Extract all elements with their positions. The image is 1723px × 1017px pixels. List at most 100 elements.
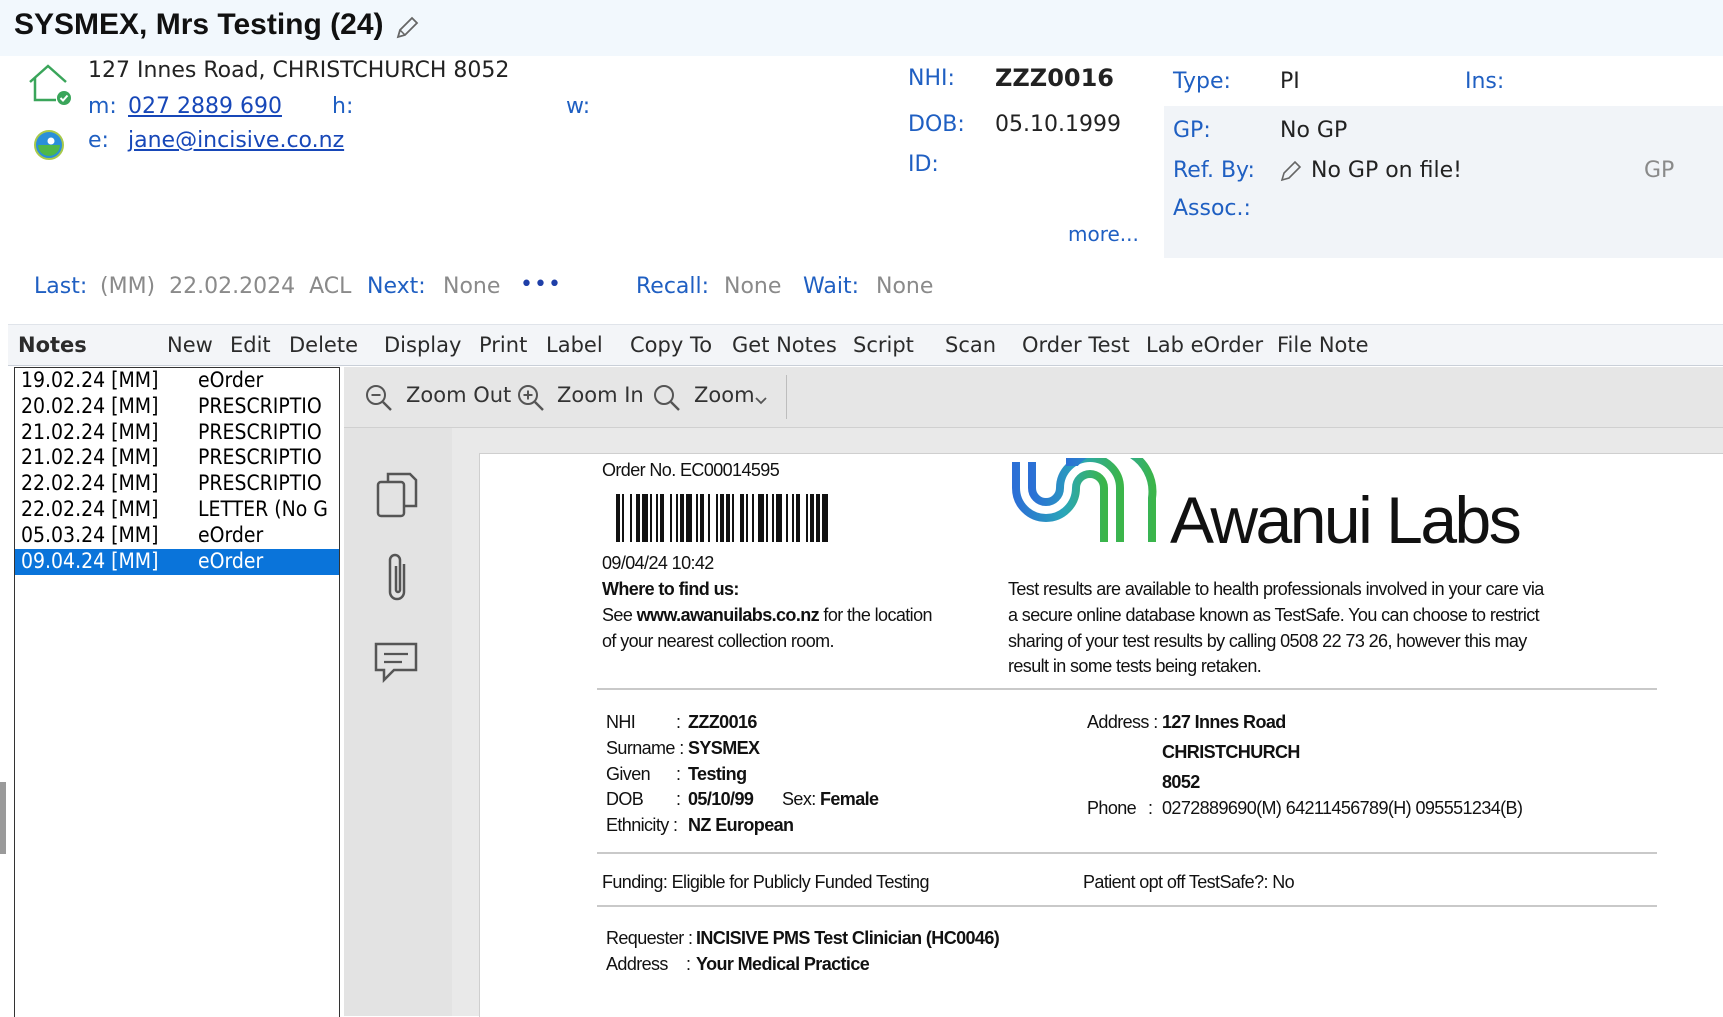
splitter-handle[interactable] <box>0 782 6 854</box>
zoom-in-button[interactable]: Zoom In <box>557 383 644 407</box>
doc-requester-label: Requester : <box>606 928 693 948</box>
order-test-button[interactable]: Order Test <box>1022 333 1130 357</box>
doc-dob-value: 05/10/99 <box>688 789 754 809</box>
doc-sex-value: Female <box>820 789 879 809</box>
testsafe-line-2: a secure online database known as TestSa… <box>1008 605 1540 625</box>
barcode-bar <box>696 494 698 542</box>
scan-button[interactable]: Scan <box>945 333 996 357</box>
email-label: e: <box>88 128 109 153</box>
get-notes-button[interactable]: Get Notes <box>732 333 837 357</box>
barcode-bar <box>792 494 794 542</box>
chevron-down-icon[interactable] <box>754 391 768 405</box>
doc-phone-colon: : <box>1148 798 1153 818</box>
order-number: Order No. EC00014595 <box>602 460 780 480</box>
document-viewer: Zoom Out Zoom In Zoom Order No. EC000145… <box>344 367 1723 1017</box>
where-prefix: See <box>602 605 637 625</box>
notes-list-item[interactable]: 19.02.24 [MM] eOrder <box>15 368 339 394</box>
more-link[interactable]: more... <box>1068 222 1139 246</box>
doc-dob-label: DOB <box>606 789 644 809</box>
doc-given-colon: : <box>676 764 681 784</box>
note-date: 22.02.24 [MM] <box>21 497 159 521</box>
edit-pencil-icon[interactable] <box>393 14 421 42</box>
note-date: 21.02.24 [MM] <box>21 419 159 444</box>
doc-nhi-colon: : <box>676 712 681 732</box>
barcode-bar <box>772 494 774 542</box>
toolbar-separator <box>786 375 787 419</box>
email-link[interactable]: jane@incisive.co.nz <box>128 128 344 153</box>
patient-address: 127 Innes Road, CHRISTCHURCH 8052 <box>88 58 510 83</box>
order-datetime: 09/04/24 10:42 <box>602 553 714 573</box>
brand-name: Awanui Labs <box>1170 483 1522 557</box>
more-options-button[interactable]: ••• <box>520 272 562 297</box>
display-button[interactable]: Display <box>384 333 461 357</box>
pages-icon[interactable] <box>374 468 422 524</box>
note-date: 19.02.24 [MM] <box>21 368 159 392</box>
note-date: 21.02.24 [MM] <box>21 445 159 470</box>
barcode-bar <box>822 494 828 542</box>
edit-button[interactable]: Edit <box>230 333 271 357</box>
note-type: eOrder <box>198 522 264 547</box>
notes-list-item[interactable]: 22.02.24 [MM] PRESCRIPTIO <box>15 471 339 497</box>
barcode-bar <box>816 494 820 542</box>
barcode-bar <box>656 494 658 542</box>
doc-address-line-1: 127 Innes Road <box>1162 712 1286 732</box>
comment-icon[interactable] <box>372 638 422 688</box>
print-button[interactable]: Print <box>479 333 527 357</box>
testsafe-line-4: result in some tests being retaken. <box>1008 656 1262 676</box>
notes-list-item[interactable]: 05.03.24 [MM] eOrder <box>15 523 339 549</box>
label-button[interactable]: Label <box>546 333 603 357</box>
refby-value: No GP on file! <box>1311 158 1462 183</box>
viewer-side-strip <box>344 428 452 1016</box>
assoc-label: Assoc.: <box>1173 196 1251 221</box>
notes-list-item[interactable]: 21.02.24 [MM] PRESCRIPTIO <box>15 420 339 446</box>
note-type: PRESCRIPTIO <box>198 393 322 418</box>
wait-value: None <box>876 274 934 299</box>
notes-list-item[interactable]: 20.02.24 [MM] PRESCRIPTIO <box>15 394 339 420</box>
notes-list[interactable]: 19.02.24 [MM] eOrder 20.02.24 [MM] PRESCRIP… <box>14 367 340 1017</box>
barcode-bar <box>732 494 734 542</box>
notes-heading: Notes <box>18 333 87 357</box>
notes-list-item[interactable]: 22.02.24 [MM] LETTER (No G <box>15 497 339 523</box>
barcode-bar <box>636 494 640 542</box>
doc-surname-label: Surname : <box>606 738 684 758</box>
notes-list-item[interactable]: 09.04.24 [MM] eOrder <box>15 548 339 575</box>
refby-edit-icon[interactable] <box>1278 158 1304 184</box>
gp-value: No GP <box>1280 118 1348 143</box>
new-button[interactable]: New <box>167 333 213 357</box>
home-icon <box>26 60 74 108</box>
divider-2 <box>597 852 1657 854</box>
doc-phone-label: Phone <box>1087 798 1137 818</box>
ins-label: Ins: <box>1465 69 1505 94</box>
note-type: PRESCRIPTIO <box>198 471 322 496</box>
nhi-label: NHI: <box>908 66 955 91</box>
barcode-bar <box>630 494 632 542</box>
doc-dob-colon: : <box>676 789 681 809</box>
delete-button[interactable]: Delete <box>289 333 358 357</box>
doc-funding: Funding: Eligible for Publicly Funded Te… <box>602 872 929 892</box>
barcode-bar <box>720 494 724 542</box>
zoom-in-icon[interactable] <box>516 383 546 413</box>
file-note-button[interactable]: File Note <box>1277 333 1369 357</box>
note-type: PRESCRIPTIO <box>198 419 322 444</box>
attachment-icon[interactable] <box>380 550 416 608</box>
doc-address-line-3: 8052 <box>1162 772 1200 792</box>
next-label: Next: <box>367 274 426 299</box>
refby-label: Ref. By: <box>1173 158 1255 183</box>
zoom-out-icon[interactable] <box>364 383 394 413</box>
mobile-link[interactable]: 027 2889 690 <box>128 94 282 119</box>
doc-ethnicity-value: NZ European <box>688 815 794 835</box>
barcode-bar <box>670 494 672 542</box>
copy-to-button[interactable]: Copy To <box>630 333 712 357</box>
zoom-search-icon[interactable] <box>652 383 682 413</box>
script-button[interactable]: Script <box>853 333 914 357</box>
doc-nhi-value: ZZZ0016 <box>688 712 757 732</box>
notes-list-item[interactable]: 21.02.24 [MM] PRESCRIPTIO <box>15 445 339 471</box>
doc-phone-value: 0272889690(M) 64211456789(H) 095551234(B… <box>1162 798 1523 818</box>
lab-eorder-button[interactable]: Lab eOrder <box>1146 333 1263 357</box>
where-line-1: See www.awanuilabs.co.nz for the locatio… <box>602 605 932 626</box>
zoom-dropdown[interactable]: Zoom <box>694 383 755 407</box>
barcode-bar <box>650 494 652 542</box>
note-date: 09.04.24 [MM] <box>21 548 159 573</box>
doc-given-label: Given <box>606 764 651 784</box>
zoom-out-button[interactable]: Zoom Out <box>406 383 511 407</box>
